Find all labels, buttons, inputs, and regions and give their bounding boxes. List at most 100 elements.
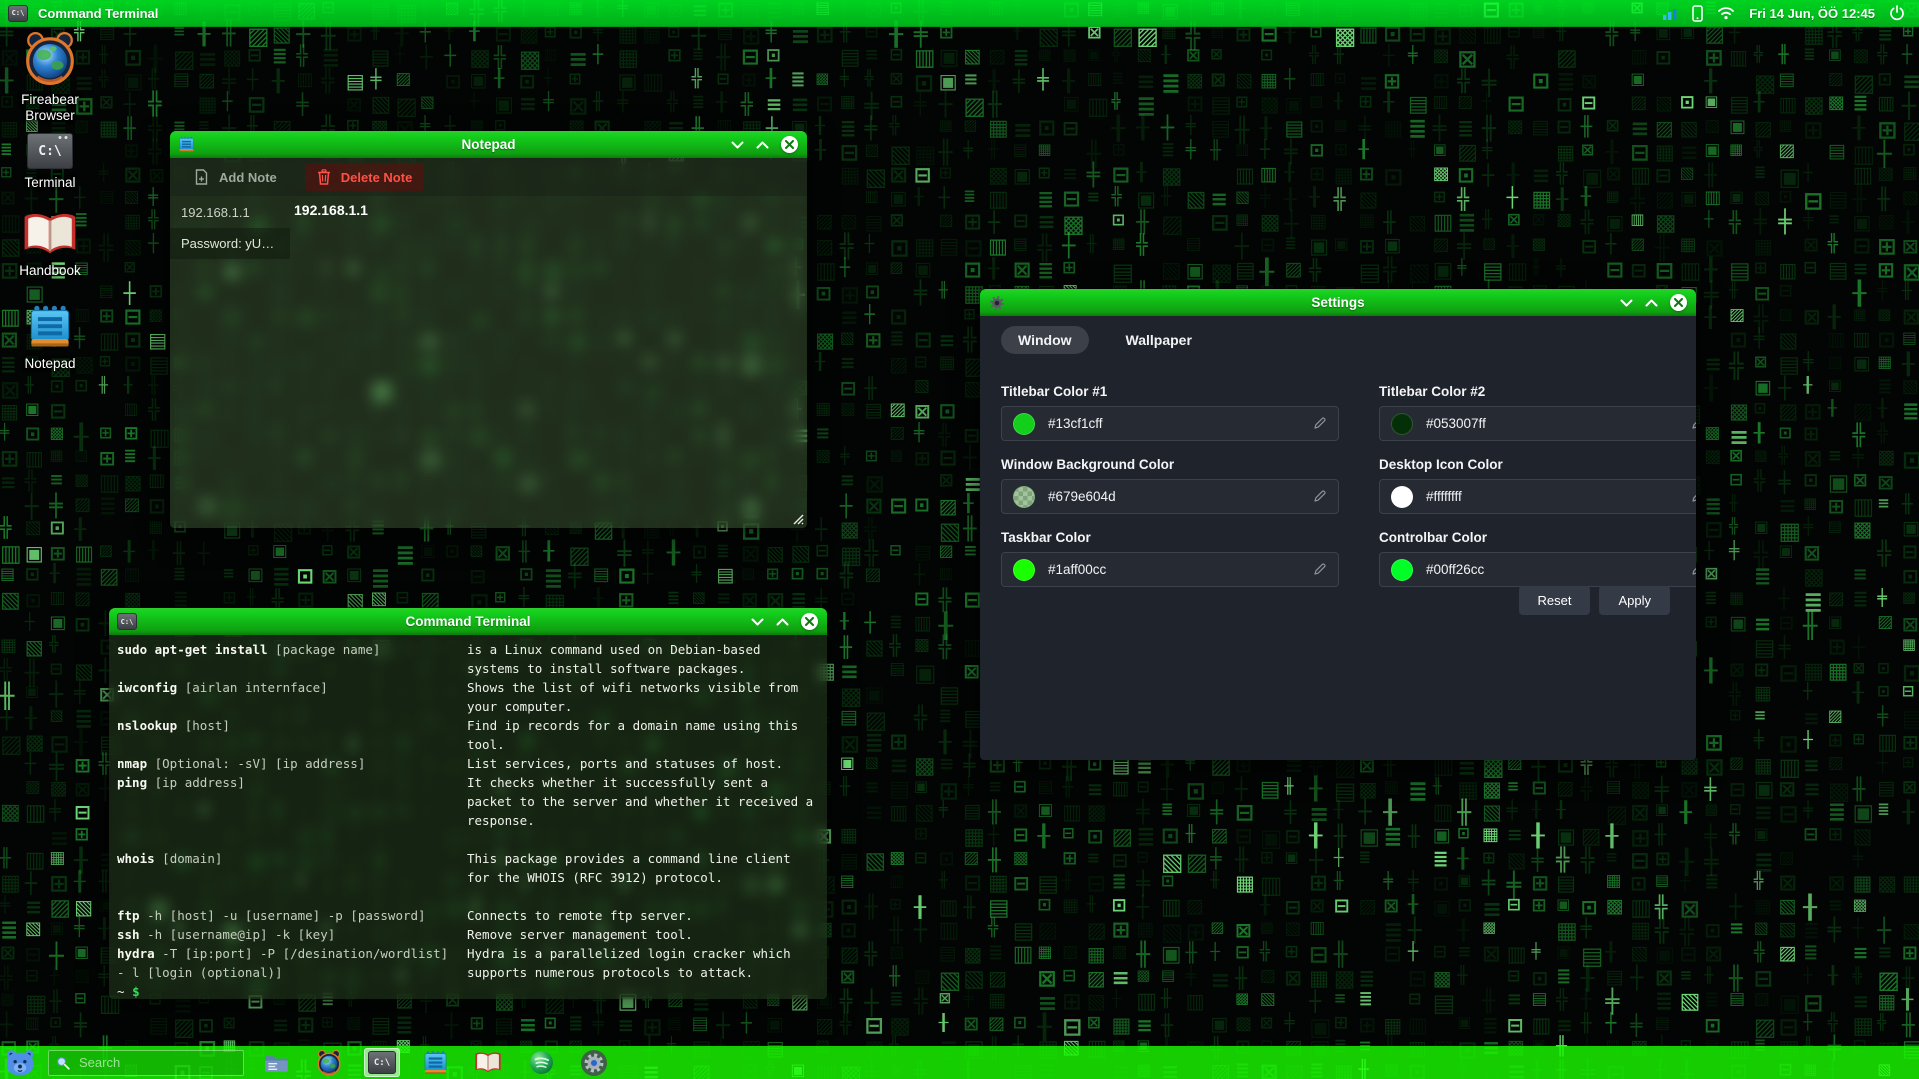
chevron-down-icon[interactable]: [1620, 299, 1633, 307]
edit-pencil-icon[interactable]: [1312, 562, 1327, 577]
delete-note-label: Delete Note: [341, 170, 413, 185]
settings-body: Window Wallpaper Titlebar Color #1 #13cf…: [980, 316, 1696, 760]
trash-icon: [317, 169, 331, 185]
edit-pencil-icon[interactable]: [1690, 562, 1697, 577]
close-icon[interactable]: [781, 136, 798, 153]
handbook-icon: [22, 211, 78, 257]
color-setting-field[interactable]: #13cf1cff: [1001, 406, 1339, 441]
color-setting-field[interactable]: #00ff26cc: [1379, 552, 1697, 587]
color-hex-value: #1aff00cc: [1048, 562, 1106, 577]
color-setting: Controlbar Color #00ff26cc: [1379, 530, 1697, 587]
color-setting-label: Titlebar Color #2: [1379, 384, 1697, 399]
note-list-item[interactable]: 192.168.1.1: [170, 197, 290, 228]
tab-window[interactable]: Window: [1001, 326, 1089, 354]
taskbar-item-terminal[interactable]: C:\: [364, 1048, 400, 1077]
chevron-down-icon[interactable]: [731, 141, 744, 149]
desktop-icon-label: Fireabear Browser: [4, 92, 96, 123]
terminal-command: iwconfig [airlan internface]: [117, 678, 467, 716]
edit-pencil-icon[interactable]: [1690, 489, 1697, 504]
note-list-item[interactable]: Password: yUm9...: [170, 228, 290, 259]
delete-note-button[interactable]: Delete Note: [305, 163, 425, 191]
taskbar-item-music-player[interactable]: [523, 1048, 559, 1077]
notepad-icon: [424, 1050, 447, 1076]
tab-wallpaper[interactable]: Wallpaper: [1109, 326, 1209, 354]
terminal-description: Remove server management tool.: [467, 925, 819, 944]
color-swatch: [1013, 559, 1035, 581]
wifi-icon[interactable]: [1717, 6, 1735, 20]
terminal-row: ping [ip address] It checks whether it s…: [117, 773, 819, 830]
color-setting: Desktop Icon Color #ffffffff: [1379, 457, 1697, 514]
color-setting-field[interactable]: #ffffffff: [1379, 479, 1697, 514]
phone-icon[interactable]: [1692, 5, 1703, 22]
desktop-icon-fireabear-browser[interactable]: Fireabear Browser: [4, 30, 96, 123]
signal-icon[interactable]: [1662, 7, 1678, 20]
prompt-path: ~: [117, 984, 125, 999]
terminal-icon: C:\: [368, 1051, 396, 1074]
terminal-row: hydra -T [ip:port] -P [/desination/wordl…: [117, 944, 819, 982]
start-bear-icon: [5, 1049, 35, 1076]
color-setting: Titlebar Color #1 #13cf1cff: [1001, 384, 1339, 441]
notepad-window: Notepad Add Note: [169, 130, 808, 529]
taskbar-item-settings[interactable]: [576, 1048, 612, 1077]
terminal-description: This package provides a command line cli…: [467, 849, 819, 887]
chevron-up-icon[interactable]: [776, 618, 789, 626]
taskbar-item-file-manager[interactable]: [258, 1048, 294, 1077]
resize-grip[interactable]: [791, 512, 804, 525]
desktop-icon-handbook[interactable]: Handbook: [4, 211, 96, 279]
search-icon: [56, 1056, 70, 1070]
start-button[interactable]: [5, 1049, 35, 1076]
chevron-up-icon[interactable]: [756, 141, 769, 149]
control-bar: C:\ Command Terminal Fri 14 Jun, ÖÖ 12:4…: [0, 0, 1919, 27]
terminal-command: nmap [Optional: -sV] [ip address]: [117, 754, 467, 773]
color-swatch: [1391, 413, 1413, 435]
color-swatch: [1013, 413, 1035, 435]
terminal-command: ftp -h [host] -u [username] -p [password…: [117, 906, 467, 925]
color-settings-grid: Titlebar Color #1 #13cf1cff Titlebar Col…: [1001, 384, 1697, 587]
color-setting-field[interactable]: #1aff00cc: [1001, 552, 1339, 587]
terminal-command: hydra -T [ip:port] -P [/desination/wordl…: [117, 944, 467, 982]
color-hex-value: #ffffffff: [1426, 489, 1462, 504]
note-editor[interactable]: 192.168.1.1: [294, 202, 797, 518]
terminal-command: ssh -h [username@ip] -k [key]: [117, 925, 467, 944]
edit-pencil-icon[interactable]: [1312, 489, 1327, 504]
close-icon[interactable]: [801, 613, 818, 630]
active-app-terminal-icon: C:\: [8, 5, 28, 22]
add-note-button[interactable]: Add Note: [182, 163, 289, 191]
terminal-output[interactable]: sudo apt-get install [package name] is a…: [109, 635, 827, 999]
desktop-icon-label: Notepad: [24, 356, 75, 372]
gear-icon: [583, 1052, 605, 1074]
taskbar-item-notepad[interactable]: [417, 1048, 453, 1077]
chevron-up-icon[interactable]: [1645, 299, 1658, 307]
color-setting-label: Desktop Icon Color: [1379, 457, 1697, 472]
close-icon[interactable]: [1670, 294, 1687, 311]
terminal-command: whois [domain]: [117, 849, 467, 887]
terminal-description: Hydra is a parallelized login cracker wh…: [467, 944, 819, 982]
notepad-body: Add Note Delete Note 192.168.1.1 Passwor…: [170, 158, 807, 528]
terminal-titlebar[interactable]: C:\ Command Terminal: [109, 608, 827, 635]
apply-button[interactable]: Apply: [1599, 586, 1670, 615]
color-hex-value: #00ff26cc: [1426, 562, 1484, 577]
notepad-titlebar[interactable]: Notepad: [170, 131, 807, 158]
add-note-icon: [194, 169, 209, 185]
desktop-icon-terminal[interactable]: C:\ Terminal: [4, 133, 96, 191]
taskbar-item-handbook[interactable]: [470, 1048, 506, 1077]
notepad-icon: [30, 304, 70, 350]
terminal-row: nmap [Optional: -sV] [ip address] List s…: [117, 754, 819, 773]
edit-pencil-icon[interactable]: [1312, 416, 1327, 431]
taskbar-item-fireabear-browser[interactable]: [311, 1048, 347, 1077]
note-list: 192.168.1.1 Password: yUm9...: [170, 197, 290, 259]
reset-button[interactable]: Reset: [1519, 586, 1591, 615]
search-input[interactable]: [77, 1054, 211, 1071]
power-icon[interactable]: [1889, 5, 1905, 21]
chevron-down-icon[interactable]: [751, 618, 764, 626]
edit-pencil-icon[interactable]: [1690, 416, 1697, 431]
settings-titlebar[interactable]: Settings: [980, 289, 1696, 316]
color-setting-field[interactable]: #679e604d: [1001, 479, 1339, 514]
color-swatch: [1391, 559, 1413, 581]
terminal-description: Connects to remote ftp server.: [467, 906, 819, 925]
desktop-icon-notepad[interactable]: Notepad: [4, 304, 96, 372]
color-setting-field[interactable]: #053007ff: [1379, 406, 1697, 441]
search-box[interactable]: [48, 1050, 244, 1076]
color-setting-label: Controlbar Color: [1379, 530, 1697, 545]
window-title: Settings: [980, 295, 1696, 310]
